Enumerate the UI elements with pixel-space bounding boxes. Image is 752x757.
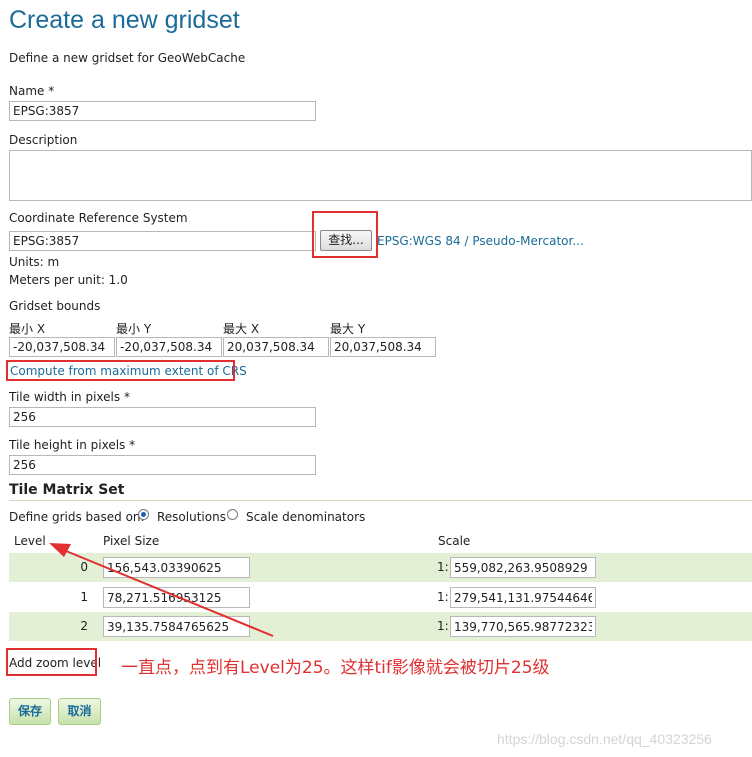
annotation-arrow xyxy=(49,543,274,637)
save-button[interactable]: 保存 xyxy=(9,698,51,725)
watermark-text: https://blog.csdn.net/qq_40323256 xyxy=(497,731,712,747)
cancel-button[interactable]: 取消 xyxy=(58,698,101,725)
